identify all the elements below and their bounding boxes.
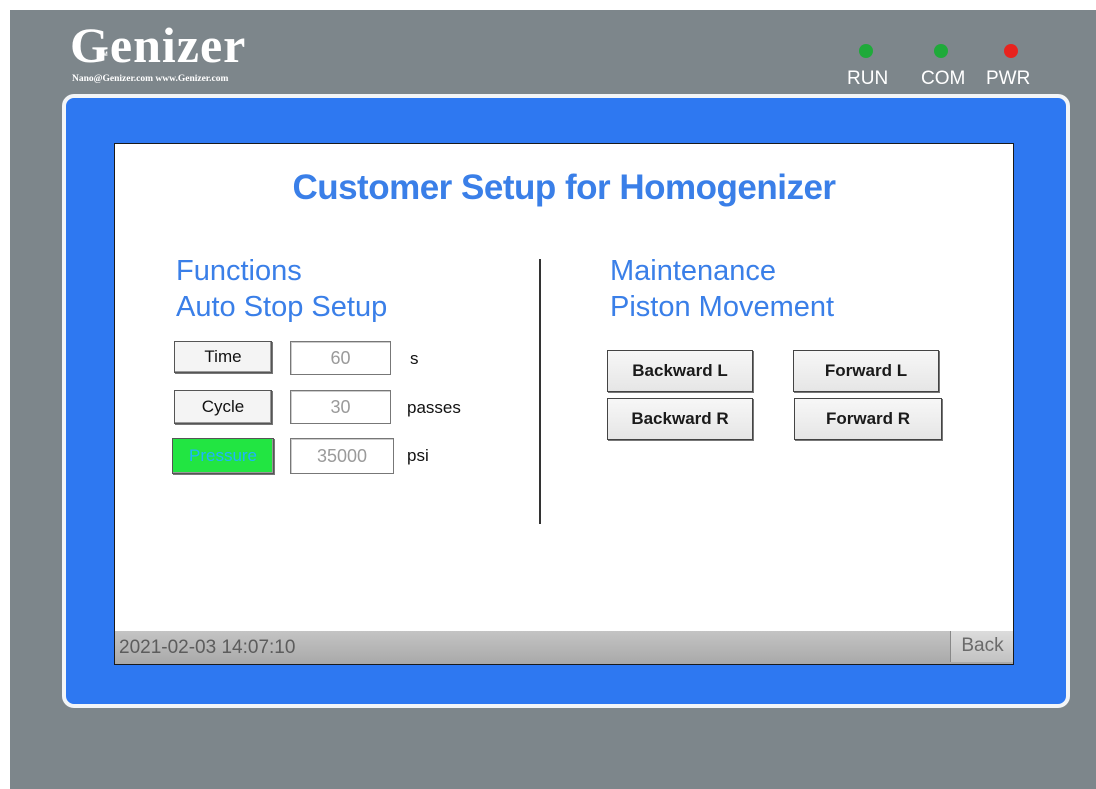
contact-line: Nano@Genizer.com www.Genizer.com	[72, 74, 229, 84]
forward-l-button[interactable]: Forward L	[793, 350, 939, 392]
pressure-value-field[interactable]: 35000	[290, 438, 394, 474]
cycle-button[interactable]: Cycle	[174, 390, 272, 424]
genizer-logo: Genizer TM	[70, 18, 246, 72]
functions-heading: Functions Auto Stop Setup	[176, 253, 387, 325]
run-label: RUN	[847, 68, 889, 89]
maintenance-heading-line1: Maintenance	[610, 255, 777, 287]
backward-r-button[interactable]: Backward R	[607, 398, 753, 440]
cycle-value-field[interactable]: 30	[290, 390, 391, 424]
datetime-display: 2021-02-03 14:07:10	[119, 637, 296, 658]
time-unit: s	[410, 349, 419, 368]
time-value-field[interactable]: 60	[290, 341, 391, 375]
hmi-device: Genizer TM Nano@Genizer.com www.Genizer.…	[10, 10, 1096, 789]
functions-heading-line1: Functions	[176, 255, 302, 287]
logo-text: Genizer	[70, 17, 247, 73]
section-divider	[539, 259, 541, 524]
run-led-icon	[859, 44, 873, 58]
com-label: COM	[921, 68, 966, 89]
maintenance-heading-line2: Piston Movement	[610, 291, 835, 323]
back-button[interactable]: Back	[950, 631, 1013, 662]
functions-heading-line2: Auto Stop Setup	[176, 291, 388, 323]
pwr-led-icon	[1004, 44, 1018, 58]
status-bar: 2021-02-03 14:07:10 Back	[115, 631, 1013, 664]
pwr-label: PWR	[986, 68, 1031, 89]
forward-r-button[interactable]: Forward R	[794, 398, 942, 440]
pressure-button[interactable]: Pressure	[172, 438, 274, 474]
time-button[interactable]: Time	[174, 341, 272, 373]
pressure-unit: psi	[407, 446, 429, 465]
backward-l-button[interactable]: Backward L	[607, 350, 753, 392]
cycle-unit: passes	[407, 398, 461, 417]
com-led-icon	[934, 44, 948, 58]
touch-screen: Customer Setup for Homogenizer Functions…	[114, 143, 1014, 665]
maintenance-heading: Maintenance Piston Movement	[610, 253, 834, 325]
page-title: Customer Setup for Homogenizer	[292, 168, 836, 207]
